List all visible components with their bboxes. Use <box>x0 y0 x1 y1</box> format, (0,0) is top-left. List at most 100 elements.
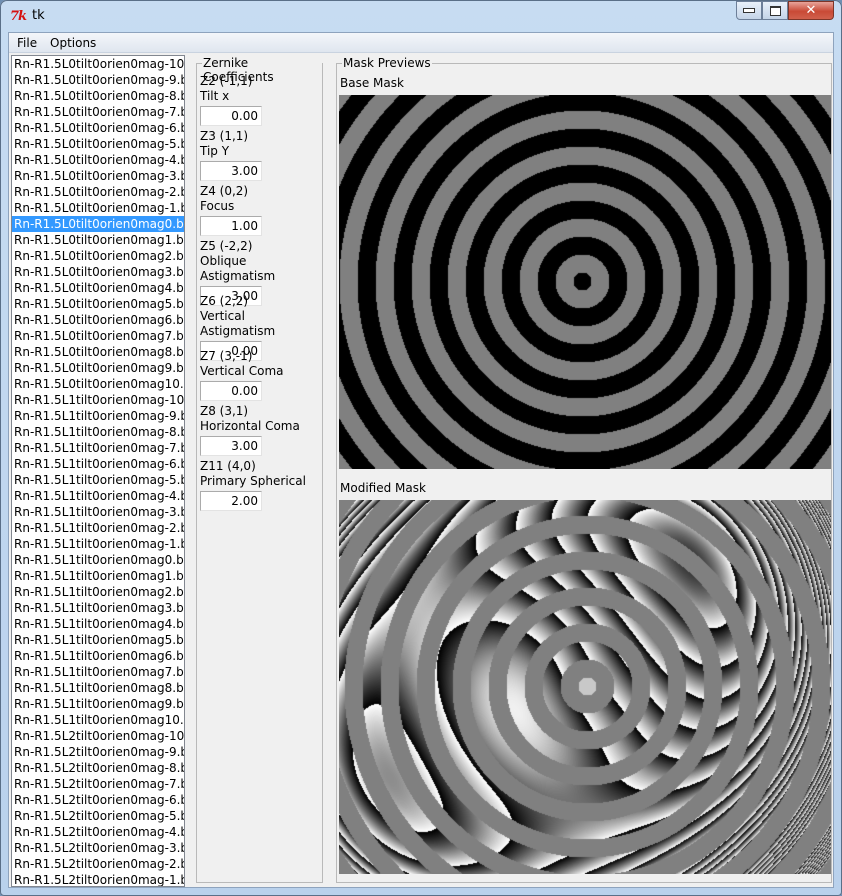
zernike-value-input[interactable]: 0.00 <box>200 381 262 401</box>
file-list-item[interactable]: Rn-R1.5L0tilt0orien0mag-9.bmp <box>12 72 184 88</box>
file-list-item[interactable]: Rn-R1.5L0tilt0orien0mag9.bmp <box>12 360 184 376</box>
file-list-item[interactable]: Rn-R1.5L0tilt0orien0mag-7.bmp <box>12 104 184 120</box>
file-list-item[interactable]: Rn-R1.5L2tilt0orien0mag-7.bmp <box>12 776 184 792</box>
zernike-id-label: Z5 (-2,2) <box>200 239 253 253</box>
file-list-item[interactable]: Rn-R1.5L2tilt0orien0mag-10.bmp <box>12 728 184 744</box>
file-list-item[interactable]: Rn-R1.5L0tilt0orien0mag7.bmp <box>12 328 184 344</box>
zernike-name-label: Horizontal Coma <box>200 419 300 433</box>
file-list-item[interactable]: Rn-R1.5L2tilt0orien0mag-2.bmp <box>12 856 184 872</box>
file-list-item[interactable]: Rn-R1.5L0tilt0orien0mag4.bmp <box>12 280 184 296</box>
file-list-item[interactable]: Rn-R1.5L2tilt0orien0mag-6.bmp <box>12 792 184 808</box>
zernike-field: Z3 (1,1) Tip Y 3.00 <box>200 129 320 181</box>
zernike-field: Z2 (-1,1) Tilt x 0.00 <box>200 74 320 126</box>
file-list-item[interactable]: Rn-R1.5L1tilt0orien0mag9.bmp <box>12 696 184 712</box>
file-list-item[interactable]: Rn-R1.5L0tilt0orien0mag-3.bmp <box>12 168 184 184</box>
tk-feather-icon: 7k <box>10 9 27 24</box>
maximize-icon <box>769 5 781 16</box>
file-list-item[interactable]: Rn-R1.5L0tilt0orien0mag8.bmp <box>12 344 184 360</box>
file-list-item[interactable]: Rn-R1.5L2tilt0orien0mag-4.bmp <box>12 824 184 840</box>
zernike-name-label: Tip Y <box>200 144 230 158</box>
zernike-name-label: Primary Spherical <box>200 474 306 488</box>
menu-bar: File Options <box>9 33 833 53</box>
file-list-item[interactable]: Rn-R1.5L1tilt0orien0mag-10.bmp <box>12 392 184 408</box>
zernike-value-input[interactable]: 3.00 <box>200 161 262 181</box>
zernike-field: Z11 (4,0) Primary Spherical 2.00 <box>200 459 320 511</box>
zernike-field: Z7 (3,-1) Vertical Coma 0.00 <box>200 349 320 401</box>
minimize-icon <box>743 8 755 13</box>
minimize-button[interactable] <box>736 1 762 20</box>
file-list-item[interactable]: Rn-R1.5L0tilt0orien0mag-4.bmp <box>12 152 184 168</box>
zernike-value-input[interactable]: 1.00 <box>200 216 262 236</box>
close-icon: ✕ <box>805 3 817 18</box>
window-title: tk <box>32 8 45 23</box>
zernike-field: Z4 (0,2) Focus 1.00 <box>200 184 320 236</box>
file-list-item[interactable]: Rn-R1.5L0tilt0orien0mag5.bmp <box>12 296 184 312</box>
file-list-item[interactable]: Rn-R1.5L1tilt0orien0mag-9.bmp <box>12 408 184 424</box>
window-controls: ✕ <box>736 1 834 21</box>
file-list-item[interactable]: Rn-R1.5L2tilt0orien0mag-5.bmp <box>12 808 184 824</box>
file-list-item[interactable]: Rn-R1.5L0tilt0orien0mag0.bmp <box>12 216 184 232</box>
app-window: 7k tk ✕ File Options Rn-R1.5L0tilt0orien… <box>0 0 842 896</box>
zernike-coefficients-panel: Zernike Coefficients Z2 (-1,1) Tilt x 0.00… <box>196 56 323 883</box>
zernike-id-label: Z3 (1,1) <box>200 129 249 143</box>
zernike-value-input[interactable]: 3.00 <box>200 436 262 456</box>
file-list-item[interactable]: Rn-R1.5L1tilt0orien0mag-2.bmp <box>12 520 184 536</box>
zernike-id-label: Z11 (4,0) <box>200 459 256 473</box>
zernike-value-input[interactable]: 0.00 <box>200 106 262 126</box>
zernike-name-label: Focus <box>200 199 235 213</box>
base-mask-label: Base Mask <box>340 76 404 90</box>
zernike-id-label: Z2 (-1,1) <box>200 74 253 88</box>
zernike-name-label: Tilt x <box>200 89 230 103</box>
file-list-item[interactable]: Rn-R1.5L0tilt0orien0mag10.bmp <box>12 376 184 392</box>
file-list-item[interactable]: Rn-R1.5L1tilt0orien0mag-8.bmp <box>12 424 184 440</box>
zernike-name-label: Vertical Coma <box>200 364 284 378</box>
file-list-item[interactable]: Rn-R1.5L1tilt0orien0mag7.bmp <box>12 664 184 680</box>
file-list-item[interactable]: Rn-R1.5L0tilt0orien0mag-10.bmp <box>12 56 184 72</box>
file-list-item[interactable]: Rn-R1.5L1tilt0orien0mag3.bmp <box>12 600 184 616</box>
file-list-item[interactable]: Rn-R1.5L0tilt0orien0mag3.bmp <box>12 264 184 280</box>
mask-previews-panel: Mask Previews Base Mask Modified Mask <box>336 56 832 883</box>
zernike-value-input[interactable]: 2.00 <box>200 491 262 511</box>
file-list-item[interactable]: Rn-R1.5L1tilt0orien0mag4.bmp <box>12 616 184 632</box>
zernike-id-label: Z6 (2,2) <box>200 294 249 308</box>
modified-mask-label: Modified Mask <box>340 481 426 495</box>
file-list-item[interactable]: Rn-R1.5L0tilt0orien0mag6.bmp <box>12 312 184 328</box>
client-area: File Options Rn-R1.5L0tilt0orien0mag-10.… <box>8 32 834 888</box>
file-list-item[interactable]: Rn-R1.5L2tilt0orien0mag-1.bmp <box>12 872 184 886</box>
zernike-id-label: Z7 (3,-1) <box>200 349 253 363</box>
file-list-item[interactable]: Rn-R1.5L0tilt0orien0mag1.bmp <box>12 232 184 248</box>
file-list-item[interactable]: Rn-R1.5L2tilt0orien0mag-9.bmp <box>12 744 184 760</box>
mask-previews-title: Mask Previews <box>342 56 432 70</box>
file-list-item[interactable]: Rn-R1.5L1tilt0orien0mag-3.bmp <box>12 504 184 520</box>
file-list-item[interactable]: Rn-R1.5L0tilt0orien0mag-1.bmp <box>12 200 184 216</box>
file-list-item[interactable]: Rn-R1.5L0tilt0orien0mag-6.bmp <box>12 120 184 136</box>
base-mask-image <box>339 95 831 469</box>
menu-file[interactable]: File <box>17 36 37 50</box>
file-list-item[interactable]: Rn-R1.5L0tilt0orien0mag-8.bmp <box>12 88 184 104</box>
file-list-item[interactable]: Rn-R1.5L1tilt0orien0mag2.bmp <box>12 584 184 600</box>
file-list-item[interactable]: Rn-R1.5L1tilt0orien0mag-5.bmp <box>12 472 184 488</box>
file-list-item[interactable]: Rn-R1.5L1tilt0orien0mag6.bmp <box>12 648 184 664</box>
file-list-item[interactable]: Rn-R1.5L1tilt0orien0mag-4.bmp <box>12 488 184 504</box>
modified-mask-image <box>339 500 831 874</box>
zernike-id-label: Z4 (0,2) <box>200 184 249 198</box>
file-list-item[interactable]: Rn-R1.5L1tilt0orien0mag1.bmp <box>12 568 184 584</box>
title-bar[interactable]: 7k tk ✕ <box>0 0 842 32</box>
maximize-button[interactable] <box>762 1 788 20</box>
file-list-item[interactable]: Rn-R1.5L2tilt0orien0mag-8.bmp <box>12 760 184 776</box>
file-list-item[interactable]: Rn-R1.5L1tilt0orien0mag-7.bmp <box>12 440 184 456</box>
file-list-item[interactable]: Rn-R1.5L1tilt0orien0mag0.bmp <box>12 552 184 568</box>
file-list-item[interactable]: Rn-R1.5L1tilt0orien0mag8.bmp <box>12 680 184 696</box>
file-list-item[interactable]: Rn-R1.5L1tilt0orien0mag-6.bmp <box>12 456 184 472</box>
close-button[interactable]: ✕ <box>788 1 834 20</box>
file-list-item[interactable]: Rn-R1.5L2tilt0orien0mag-3.bmp <box>12 840 184 856</box>
file-list-item[interactable]: Rn-R1.5L0tilt0orien0mag-5.bmp <box>12 136 184 152</box>
file-list-item[interactable]: Rn-R1.5L1tilt0orien0mag5.bmp <box>12 632 184 648</box>
menu-options[interactable]: Options <box>50 36 96 50</box>
file-list-item[interactable]: Rn-R1.5L0tilt0orien0mag-2.bmp <box>12 184 184 200</box>
file-listbox[interactable]: Rn-R1.5L0tilt0orien0mag-10.bmpRn-R1.5L0t… <box>11 55 185 887</box>
file-list-item[interactable]: Rn-R1.5L1tilt0orien0mag-1.bmp <box>12 536 184 552</box>
file-list-item[interactable]: Rn-R1.5L1tilt0orien0mag10.bmp <box>12 712 184 728</box>
zernike-name-label: Vertical Astigmatism <box>200 309 276 338</box>
file-list-item[interactable]: Rn-R1.5L0tilt0orien0mag2.bmp <box>12 248 184 264</box>
